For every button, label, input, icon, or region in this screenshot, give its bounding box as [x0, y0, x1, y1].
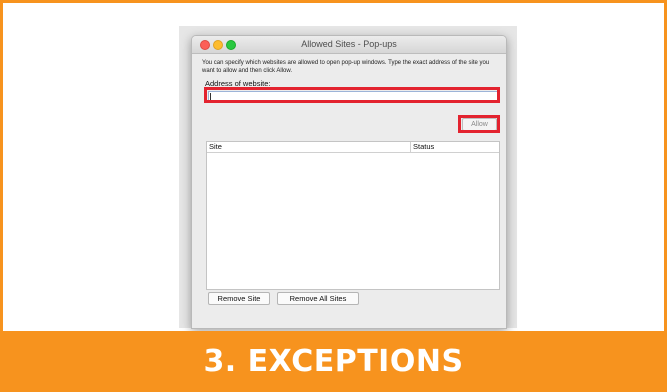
column-divider [410, 142, 411, 152]
window-title: Allowed Sites - Pop-ups [301, 39, 397, 49]
step-banner: 3. EXCEPTIONS [0, 331, 667, 392]
table-header: Site Status [207, 142, 499, 153]
highlight-box-allow [458, 115, 500, 133]
remove-site-button[interactable]: Remove Site [208, 292, 270, 305]
screenshot-area: Allowed Sites - Pop-ups You can specify … [179, 26, 517, 329]
title-bar[interactable]: Allowed Sites - Pop-ups [192, 36, 506, 54]
highlight-box-address [204, 87, 500, 103]
column-header-site[interactable]: Site [209, 142, 222, 151]
description-text: You can specify which websites are allow… [202, 60, 490, 74]
step-title: 3. EXCEPTIONS [203, 344, 464, 379]
column-header-status[interactable]: Status [413, 142, 434, 151]
allowed-sites-window: Allowed Sites - Pop-ups You can specify … [191, 35, 507, 329]
remove-all-sites-button[interactable]: Remove All Sites [277, 292, 359, 305]
sites-table[interactable]: Site Status [206, 141, 500, 290]
